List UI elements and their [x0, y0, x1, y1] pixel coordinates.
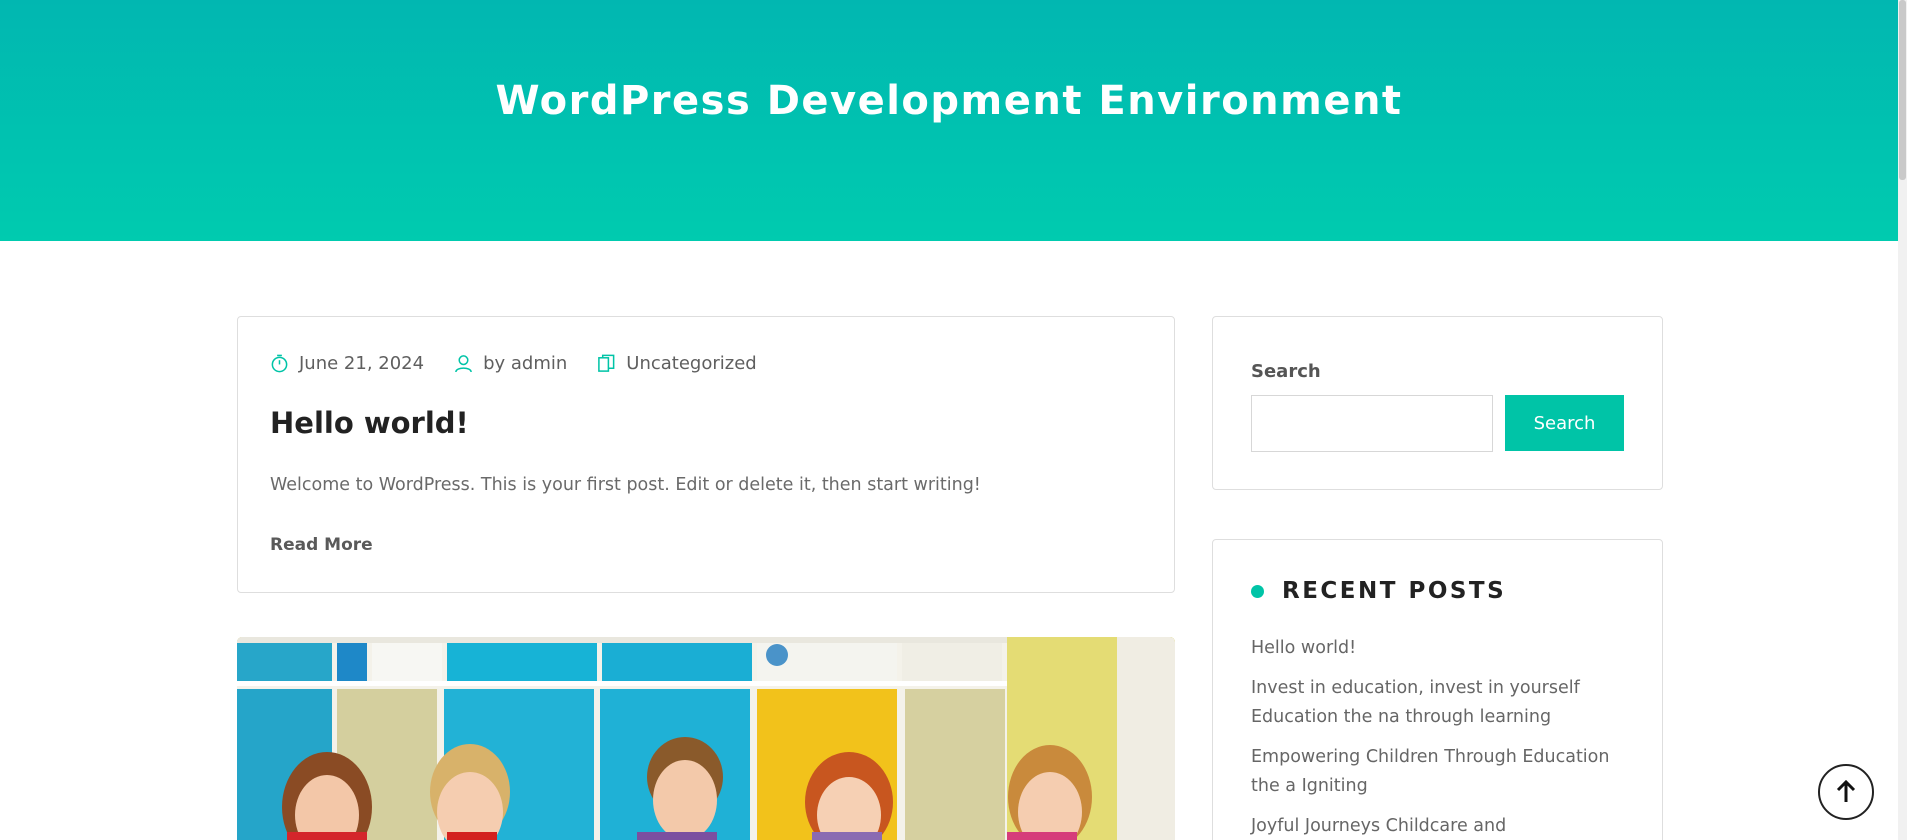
arrow-up-icon — [1836, 780, 1856, 802]
search-widget: Search Search — [1212, 316, 1663, 490]
post-meta: June 21, 2024 by admin Uncategorized — [270, 353, 787, 374]
post-author-text: by admin — [483, 353, 568, 374]
scroll-to-top-button[interactable] — [1818, 764, 1874, 820]
user-icon — [455, 355, 472, 373]
scrollbar-thumb[interactable] — [1899, 0, 1906, 180]
recent-post-link[interactable]: Joyful Journeys Childcare and — [1251, 812, 1631, 840]
bullet-dot-icon — [1251, 584, 1264, 598]
recent-posts-widget: RECENT POSTS Hello world! Invest in educ… — [1212, 539, 1663, 840]
recent-post-link[interactable]: Invest in education, invest in yourself … — [1251, 674, 1631, 732]
post-date[interactable]: June 21, 2024 — [270, 353, 424, 374]
search-label: Search — [1251, 361, 1321, 382]
read-more-link[interactable]: Read More — [270, 535, 373, 555]
post-category-text: Uncategorized — [626, 353, 757, 374]
recent-posts-header: RECENT POSTS — [1251, 578, 1506, 604]
recent-posts-list: Hello world! Invest in education, invest… — [1251, 634, 1631, 840]
site-title: WordPress Development Environment — [495, 78, 1403, 124]
search-input[interactable] — [1251, 395, 1493, 452]
search-button[interactable]: Search — [1505, 395, 1624, 451]
clock-icon — [271, 354, 288, 373]
page-header: WordPress Development Environment — [0, 0, 1898, 241]
recent-post-link[interactable]: Hello world! — [1251, 634, 1631, 663]
post-card: June 21, 2024 by admin Uncategorized Hel… — [237, 316, 1175, 593]
recent-post-link[interactable]: Empowering Children Through Education th… — [1251, 743, 1631, 801]
featured-image[interactable] — [237, 637, 1175, 840]
post-author[interactable]: by admin — [454, 353, 567, 374]
post-date-text: June 21, 2024 — [299, 353, 425, 374]
folder-icon — [598, 354, 615, 372]
post-category[interactable]: Uncategorized — [597, 353, 757, 374]
recent-posts-title: RECENT POSTS — [1282, 578, 1507, 604]
post-excerpt: Welcome to WordPress. This is your first… — [270, 475, 981, 495]
children-photo — [237, 637, 1175, 840]
post-title[interactable]: Hello world! — [270, 406, 469, 440]
